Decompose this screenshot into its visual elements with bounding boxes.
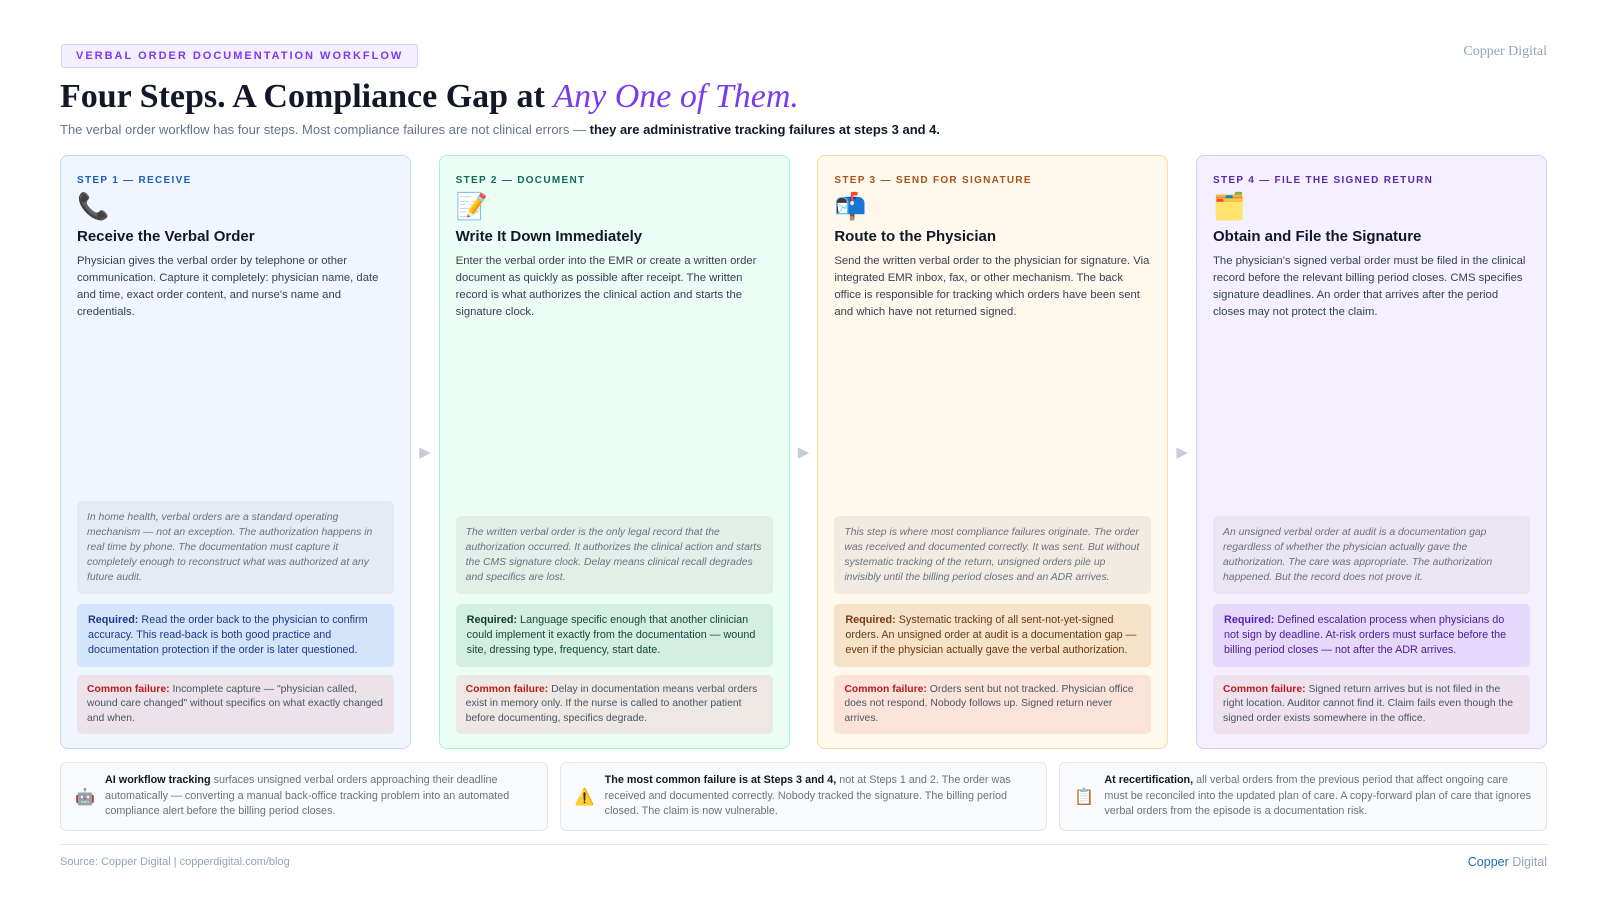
arrow-right-icon: ▶ <box>419 444 431 461</box>
page-subtitle: The verbal order workflow has four steps… <box>60 122 940 137</box>
step-title: Receive the Verbal Order <box>77 228 255 245</box>
mailbox-icon: 📬 <box>834 191 867 221</box>
callout-common-failure: ⚠️ The most common failure is at Steps 3… <box>559 762 1048 831</box>
telephone-icon: 📞 <box>77 191 110 221</box>
required-label: Required: <box>1224 613 1275 626</box>
step-common-failure: Common failure: Signed return arrives bu… <box>1213 674 1531 734</box>
step-note: An unsigned verbal order at audit is a d… <box>1213 515 1531 594</box>
callout-row: 🤖 AI workflow tracking surfaces unsigned… <box>60 762 1548 831</box>
footer-brand-second: Digital <box>1508 855 1547 869</box>
step-card-2: STEP 2 — DOCUMENT 📝 Write It Down Immedi… <box>438 155 790 749</box>
step-card-3: STEP 3 — SEND FOR SIGNATURE 📬 Route to t… <box>817 155 1169 749</box>
step-required: Required: Defined escalation process whe… <box>1213 603 1531 667</box>
step-title: Write It Down Immediately <box>455 228 643 245</box>
source-citation: Source: Copper Digital | copperdigital.c… <box>60 856 290 868</box>
required-label: Required: <box>466 613 518 626</box>
callout-ai-tracking: 🤖 AI workflow tracking surfaces unsigned… <box>60 762 548 831</box>
eyebrow-tag: VERBAL ORDER DOCUMENTATION WORKFLOW <box>61 44 419 68</box>
failure-label: Common failure: <box>87 683 170 695</box>
step-common-failure: Common failure: Incomplete capture — "ph… <box>77 674 394 734</box>
step-common-failure: Common failure: Orders sent but not trac… <box>834 674 1152 734</box>
step-required: Required: Language specific enough that … <box>455 603 773 667</box>
step-title: Obtain and File the Signature <box>1213 228 1422 245</box>
step-title: Route to the Physician <box>834 228 997 245</box>
step-required: Required: Read the order back to the phy… <box>77 603 394 667</box>
arrow-right-icon: ▶ <box>1176 444 1188 461</box>
callout-bold: At recertification, <box>1104 774 1194 787</box>
step-note: The written verbal order is the only leg… <box>455 515 773 594</box>
subtitle-bold: they are administrative tracking failure… <box>589 122 941 137</box>
callout-text: AI workflow tracking surfaces unsigned v… <box>105 773 533 820</box>
step-description: Send the written verbal order to the phy… <box>834 255 1150 318</box>
workflow-steps: STEP 1 — RECEIVE 📞 Receive the Verbal Or… <box>60 155 1548 749</box>
callout-recertification: 📋 At recertification, all verbal orders … <box>1059 762 1548 831</box>
step-label: STEP 1 — RECEIVE <box>77 175 192 186</box>
callout-text: The most common failure is at Steps 3 an… <box>605 773 1033 820</box>
title-accent: Any One of Them. <box>553 78 799 115</box>
callout-bold: AI workflow tracking <box>105 774 211 787</box>
step-note: This step is where most compliance failu… <box>834 515 1152 594</box>
required-label: Required: <box>845 613 896 626</box>
step-card-4: STEP 4 — FILE THE SIGNED RETURN 🗂️ Obtai… <box>1196 155 1548 749</box>
footer-divider <box>60 844 1547 845</box>
step-description: The physician's signed verbal order must… <box>1213 255 1526 318</box>
clipboard-icon: 📋 <box>1074 788 1095 806</box>
warning-icon: ⚠️ <box>574 788 595 806</box>
step-note: In home health, verbal orders are a stan… <box>77 500 394 594</box>
failure-label: Common failure: <box>1223 683 1306 695</box>
step-description: Enter the verbal order into the EMR or c… <box>455 255 757 318</box>
memo-icon: 📝 <box>455 191 489 221</box>
title-main: Four Steps. A Compliance Gap at <box>60 78 554 115</box>
callout-bold: The most common failure is at Steps 3 an… <box>604 774 837 787</box>
robot-icon: 🤖 <box>75 788 95 806</box>
brand-logo-text: Copper Digital <box>1463 44 1547 59</box>
callout-text: At recertification, all verbal orders fr… <box>1104 773 1532 820</box>
step-card-1: STEP 1 — RECEIVE 📞 Receive the Verbal Or… <box>60 155 411 749</box>
arrow-right-icon: ▶ <box>797 444 810 461</box>
step-label: STEP 3 — SEND FOR SIGNATURE <box>834 175 1032 186</box>
failure-label: Common failure: <box>465 683 549 695</box>
required-label: Required: <box>88 613 139 626</box>
card-index-dividers-icon: 🗂️ <box>1213 191 1246 221</box>
step-label: STEP 2 — DOCUMENT <box>455 175 586 186</box>
step-common-failure: Common failure: Delay in documentation m… <box>455 674 773 734</box>
page-title: Four Steps. A Compliance Gap at Any One … <box>60 78 799 116</box>
footer-brand: Copper Digital <box>1468 855 1547 869</box>
subtitle-plain: The verbal order workflow has four steps… <box>60 122 590 137</box>
footer-brand-first: Copper <box>1467 855 1509 869</box>
failure-label: Common failure: <box>844 683 927 695</box>
step-required: Required: Systematic tracking of all sen… <box>834 603 1152 667</box>
step-label: STEP 4 — FILE THE SIGNED RETURN <box>1213 175 1434 186</box>
step-description: Physician gives the verbal order by tele… <box>77 255 379 318</box>
